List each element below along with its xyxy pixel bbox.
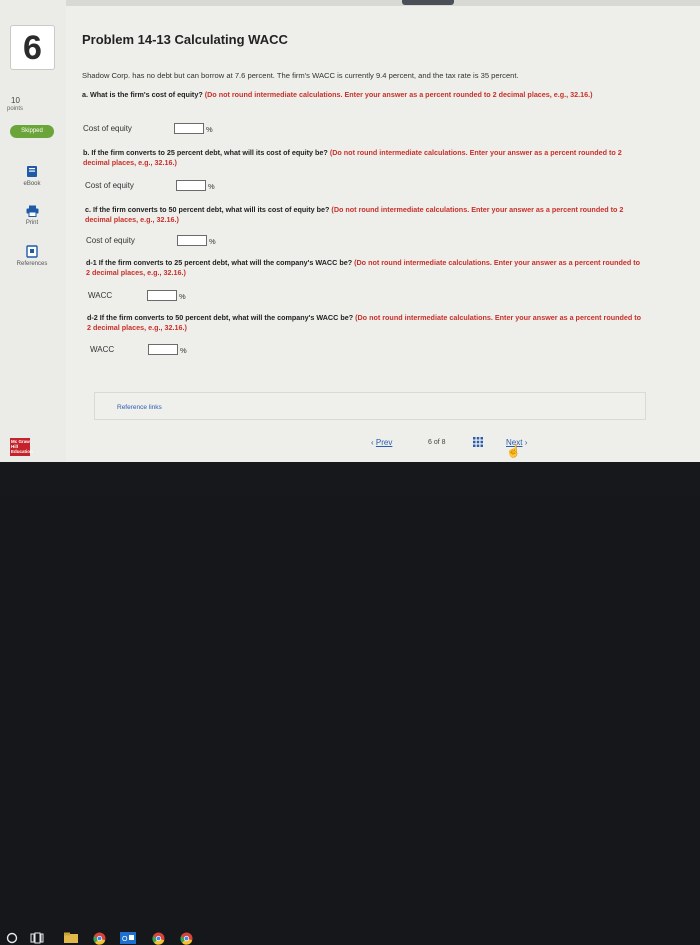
mcgraw-hill-logo: Mc Graw Hill Education	[10, 438, 33, 456]
problem-content: Problem 14-13 Calculating WACC Shadow Co…	[10, 0, 700, 462]
chevron-right-icon: ›	[524, 438, 528, 447]
question-a-unit: %	[206, 125, 213, 134]
references-button[interactable]: References	[4, 245, 60, 267]
points-value: 10	[11, 96, 20, 105]
question-d1-text: d-1 If the firm converts to 25 percent d…	[86, 258, 353, 267]
question-d2: d-2 If the firm converts to 50 percent d…	[87, 313, 647, 333]
cost-of-equity-a-input[interactable]	[174, 123, 204, 134]
question-a: a. What is the firm's cost of equity? (D…	[82, 90, 642, 100]
question-c-text: c. If the firm converts to 50 percent de…	[85, 205, 330, 214]
page-indicator: 6 of 8	[428, 439, 446, 446]
question-a-text: a. What is the firm's cost of equity?	[82, 90, 203, 99]
assignment-screen: 6 10 points Skipped eBook Print Referenc…	[0, 0, 700, 462]
question-a-note: (Do not round intermediate calculations.…	[204, 90, 593, 99]
problem-title: Problem 14-13 Calculating WACC	[82, 32, 288, 47]
chevron-left-icon: ‹	[371, 438, 374, 447]
question-d2-field-label: WACC	[90, 345, 115, 354]
wacc-d1-input[interactable]	[147, 290, 177, 301]
question-d1: d-1 If the firm converts to 25 percent d…	[86, 258, 646, 278]
outlook-icon[interactable]: O	[120, 932, 136, 944]
question-d2-text: d-2 If the firm converts to 50 percent d…	[87, 313, 354, 322]
chrome-icon[interactable]	[93, 932, 106, 945]
ebook-label: eBook	[23, 181, 41, 187]
start-circle-icon[interactable]	[6, 932, 18, 944]
question-c-unit: %	[209, 237, 216, 246]
question-c-field-label: Cost of equity	[86, 236, 135, 245]
page-total: 8	[441, 439, 446, 446]
svg-text:O: O	[122, 936, 128, 943]
question-d1-unit: %	[179, 292, 186, 301]
question-d1-field-label: WACC	[88, 291, 113, 300]
wacc-d2-input[interactable]	[148, 344, 178, 355]
printer-icon	[26, 205, 38, 217]
question-sidebar: 6 10 points Skipped eBook Print Referenc…	[0, 0, 66, 462]
prev-button[interactable]: ‹ Prev	[371, 438, 392, 447]
question-b-field-label: Cost of equity	[85, 181, 134, 190]
question-a-field-label: Cost of equity	[83, 124, 132, 133]
status-badge: Skipped	[10, 125, 54, 138]
file-explorer-icon[interactable]	[64, 932, 78, 944]
points-label: points	[7, 106, 24, 112]
ebook-button[interactable]: eBook	[4, 165, 60, 187]
task-view-icon[interactable]	[30, 932, 44, 944]
question-b-unit: %	[208, 182, 215, 191]
prev-label: Prev	[375, 438, 393, 447]
question-d2-unit: %	[180, 346, 187, 355]
print-label: Print	[25, 220, 39, 226]
reference-links[interactable]: Reference links	[117, 404, 162, 411]
question-c: c. If the firm converts to 50 percent de…	[85, 205, 645, 225]
references-icon	[26, 245, 38, 258]
question-b: b. If the firm converts to 25 percent de…	[83, 148, 643, 168]
page-of: of	[433, 439, 440, 446]
taskbar: O	[0, 462, 700, 945]
reference-links-panel	[94, 392, 646, 420]
question-grid-icon[interactable]	[473, 437, 483, 447]
question-b-text: b. If the firm converts to 25 percent de…	[83, 148, 328, 157]
cost-of-equity-c-input[interactable]	[177, 235, 207, 246]
question-number: 6	[10, 25, 55, 70]
ebook-icon	[27, 166, 37, 177]
chrome-icon[interactable]	[180, 932, 193, 945]
hand-cursor-icon: ☝	[506, 444, 521, 458]
references-label: References	[16, 261, 48, 267]
cost-of-equity-b-input[interactable]	[176, 180, 206, 191]
problem-intro: Shadow Corp. has no debt but can borrow …	[82, 71, 519, 80]
page-current: 6	[428, 439, 432, 446]
chrome-icon[interactable]	[152, 932, 165, 945]
print-button[interactable]: Print	[4, 205, 60, 226]
